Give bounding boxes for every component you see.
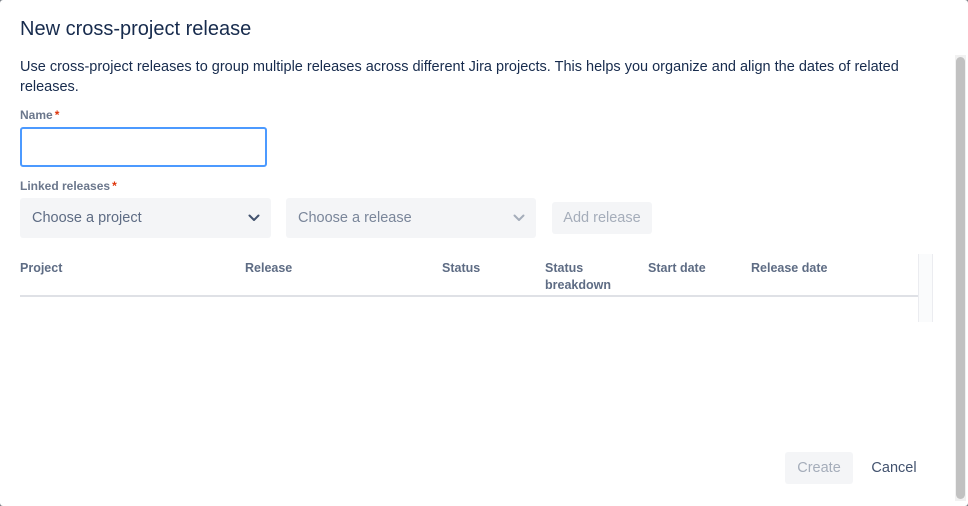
dialog-description: Use cross-project releases to group mult… — [20, 59, 899, 95]
release-select-placeholder: Choose a release — [298, 210, 412, 226]
cancel-button[interactable]: Cancel — [863, 452, 925, 484]
linked-releases-table: Project Release Status Status breakdown … — [20, 254, 918, 297]
dialog-scrollbar[interactable] — [955, 55, 966, 501]
table-header: Project Release Status Status breakdown … — [20, 254, 918, 297]
linked-releases-label-text: Linked releases — [20, 179, 111, 193]
name-input[interactable] — [20, 127, 267, 167]
name-label: Name * — [20, 108, 59, 122]
column-header-release[interactable]: Release — [245, 260, 292, 277]
dialog-title: New cross-project release — [20, 18, 252, 40]
scrollbar-thumb[interactable] — [956, 57, 965, 499]
table-scrollbar[interactable] — [918, 254, 933, 322]
column-header-start-date[interactable]: Start date — [648, 260, 706, 277]
name-label-text: Name — [20, 108, 53, 122]
project-select[interactable]: Choose a project — [20, 198, 271, 238]
linked-releases-label: Linked releases * — [20, 179, 117, 193]
chevron-down-icon — [247, 211, 261, 225]
create-button[interactable]: Create — [785, 452, 853, 484]
column-header-status-breakdown[interactable]: Status breakdown — [545, 260, 625, 294]
required-marker: * — [112, 179, 117, 193]
release-select[interactable]: Choose a release — [286, 198, 536, 238]
project-select-placeholder: Choose a project — [32, 210, 142, 226]
column-header-status[interactable]: Status — [442, 260, 480, 277]
add-release-button[interactable]: Add release — [552, 202, 652, 234]
new-release-dialog: New cross-project release Use cross-proj… — [0, 0, 968, 506]
required-marker: * — [54, 108, 60, 122]
column-header-release-date[interactable]: Release date — [751, 260, 827, 277]
chevron-down-icon — [512, 211, 526, 225]
column-header-project[interactable]: Project — [20, 260, 62, 277]
